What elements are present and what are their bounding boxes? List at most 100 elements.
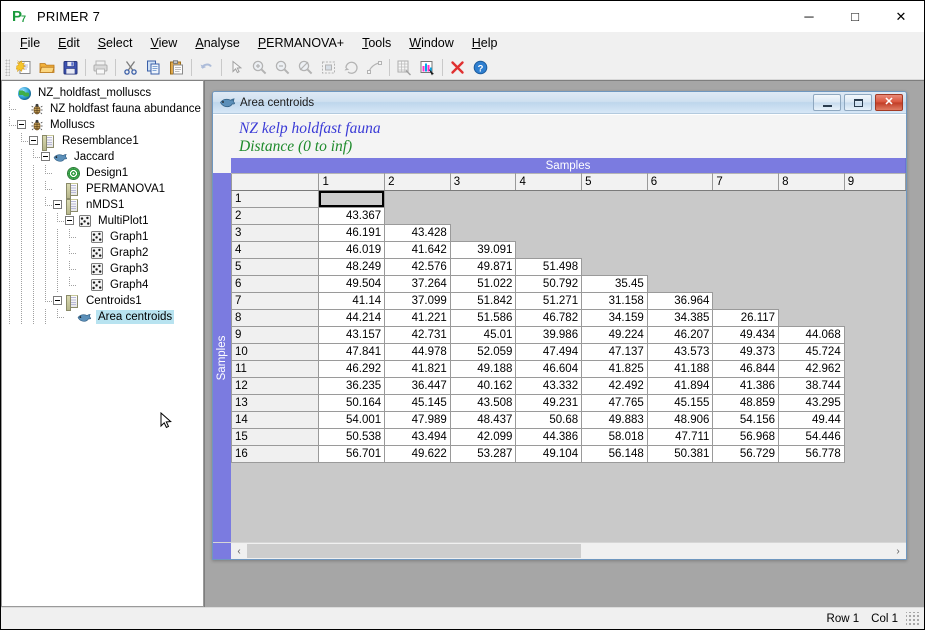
grid-scroll-viewport[interactable]: 1 2 3 4 5 6 7 8 9 1 2 43.367 3 46.191 43.428 4 46.019 41.…: [231, 173, 906, 542]
matrix-cell[interactable]: 51.842: [449, 292, 517, 310]
matrix-row-header[interactable]: 9: [231, 326, 320, 344]
matrix-cell[interactable]: 58.018: [581, 428, 648, 446]
matrix-cell[interactable]: 39.091: [449, 241, 517, 259]
matrix-cell[interactable]: 43.573: [646, 343, 714, 361]
matrix-cell[interactable]: 41.221: [384, 309, 451, 327]
matrix-cell[interactable]: 37.099: [384, 292, 451, 310]
menu-permanova[interactable]: PERMANOVA+: [249, 33, 353, 53]
close-x-icon[interactable]: [446, 56, 469, 78]
bar-chart-icon[interactable]: [416, 56, 439, 78]
menu-view[interactable]: View: [141, 33, 186, 53]
matrix-cell[interactable]: 41.386: [712, 377, 780, 395]
matrix-cell[interactable]: 35.45: [581, 275, 648, 293]
matrix-cell[interactable]: 41.642: [384, 241, 451, 259]
matrix-cell[interactable]: 50.538: [318, 428, 386, 446]
matrix-cell[interactable]: 50.381: [646, 445, 714, 463]
matrix-cell[interactable]: 41.821: [384, 360, 451, 378]
maximize-button[interactable]: □: [832, 1, 878, 32]
resize-grip[interactable]: [906, 611, 920, 626]
matrix-row-header[interactable]: 13: [231, 394, 320, 412]
matrix-cell[interactable]: 41.188: [646, 360, 714, 378]
matrix-cell[interactable]: 49.434: [712, 326, 780, 344]
matrix-cell[interactable]: 43.508: [449, 394, 517, 412]
matrix-cell[interactable]: 45.155: [646, 394, 714, 412]
matrix-cell[interactable]: 51.498: [515, 258, 583, 276]
matrix-selected-cell[interactable]: [318, 190, 386, 208]
tree-node-permanova1[interactable]: PERMANOVA1: [4, 181, 203, 199]
matrix-cell[interactable]: 39.986: [515, 326, 583, 344]
matrix-cell[interactable]: 41.825: [581, 360, 648, 378]
matrix-cell[interactable]: 42.576: [384, 258, 451, 276]
matrix-col-header[interactable]: 9: [843, 173, 906, 191]
child-window-title-bar[interactable]: Area centroids ✕: [213, 92, 906, 114]
matrix-row-header[interactable]: 12: [231, 377, 320, 395]
matrix-row-header[interactable]: 3: [231, 224, 320, 242]
child-close-button[interactable]: ✕: [875, 94, 903, 111]
matrix-cell[interactable]: 49.871: [449, 258, 517, 276]
matrix-cell[interactable]: 26.117: [712, 309, 780, 327]
close-button[interactable]: ✕: [878, 1, 924, 32]
matrix-cell[interactable]: 45.145: [384, 394, 451, 412]
matrix-cell[interactable]: 36.447: [384, 377, 451, 395]
matrix-cell[interactable]: 36.964: [646, 292, 714, 310]
tree-node-graph2[interactable]: Graph2: [4, 245, 203, 261]
matrix-cell[interactable]: 50.792: [515, 275, 583, 293]
matrix-row-header[interactable]: 5: [231, 258, 320, 276]
matrix-cell[interactable]: 43.367: [318, 207, 386, 225]
child-minimize-button[interactable]: [813, 94, 841, 111]
matrix-cell[interactable]: 49.373: [712, 343, 780, 361]
matrix-cell[interactable]: 43.494: [384, 428, 451, 446]
scroll-right-arrow[interactable]: ›: [890, 543, 906, 559]
matrix-cell[interactable]: 45.724: [778, 343, 845, 361]
save-disk-icon[interactable]: [59, 56, 82, 78]
matrix-cell[interactable]: 36.235: [318, 377, 386, 395]
matrix-col-header[interactable]: 4: [515, 173, 583, 191]
matrix-cell[interactable]: 52.059: [449, 343, 517, 361]
explorer-panel[interactable]: NZ_holdfast_molluscs NZ holdfast fauna ab…: [1, 80, 204, 607]
matrix-cell[interactable]: 49.883: [581, 411, 648, 429]
menu-select[interactable]: Select: [89, 33, 142, 53]
matrix-row-header[interactable]: 2: [231, 207, 320, 225]
matrix-cell[interactable]: 49.44: [778, 411, 845, 429]
matrix-cell[interactable]: 56.729: [712, 445, 780, 463]
matrix-row-header[interactable]: 1: [231, 190, 320, 208]
menu-edit[interactable]: Edit: [49, 33, 89, 53]
matrix-cell[interactable]: 49.104: [515, 445, 583, 463]
tree-node-molluscs[interactable]: Molluscs: [4, 117, 203, 133]
matrix-cell[interactable]: 47.989: [384, 411, 451, 429]
matrix-cell[interactable]: 48.859: [712, 394, 780, 412]
matrix-cell[interactable]: 54.001: [318, 411, 386, 429]
matrix-row-header[interactable]: 15: [231, 428, 320, 446]
matrix-cell[interactable]: 50.164: [318, 394, 386, 412]
tree-node-multiplot1[interactable]: MultiPlot1: [4, 213, 203, 229]
tree-node-centroids1[interactable]: Centroids1: [4, 293, 203, 311]
matrix-cell[interactable]: 56.968: [712, 428, 780, 446]
matrix-col-header[interactable]: 1: [318, 173, 386, 191]
minimize-button[interactable]: ─: [786, 1, 832, 32]
matrix-cell[interactable]: 56.778: [778, 445, 845, 463]
matrix-col-header[interactable]: 7: [712, 173, 780, 191]
matrix-cell[interactable]: 46.782: [515, 309, 583, 327]
matrix-cell[interactable]: 47.494: [515, 343, 583, 361]
tree-node-jaccard[interactable]: Jaccard: [4, 149, 203, 165]
matrix-cell[interactable]: 49.231: [515, 394, 583, 412]
matrix-cell[interactable]: 46.292: [318, 360, 386, 378]
matrix-cell[interactable]: 53.287: [449, 445, 517, 463]
matrix-cell[interactable]: 34.159: [581, 309, 648, 327]
matrix-cell[interactable]: 44.214: [318, 309, 386, 327]
menu-analyse[interactable]: Analyse: [186, 33, 248, 53]
tree-node-area-centroids[interactable]: Area centroids: [4, 309, 203, 325]
matrix-cell[interactable]: 49.188: [449, 360, 517, 378]
matrix-cell[interactable]: 49.504: [318, 275, 386, 293]
matrix-cell[interactable]: 54.446: [778, 428, 845, 446]
tree-node-graph4[interactable]: Graph4: [4, 277, 203, 293]
matrix-cell[interactable]: 43.157: [318, 326, 386, 344]
matrix-cell[interactable]: 48.906: [646, 411, 714, 429]
scroll-left-arrow[interactable]: ‹: [231, 543, 247, 559]
matrix-cell[interactable]: 47.711: [646, 428, 714, 446]
matrix-cell[interactable]: 42.099: [449, 428, 517, 446]
matrix-cell[interactable]: 46.019: [318, 241, 386, 259]
tree-expander-icon[interactable]: [40, 149, 52, 165]
horizontal-scrollbar[interactable]: ‹ ›: [231, 543, 906, 559]
matrix-cell[interactable]: 46.191: [318, 224, 386, 242]
